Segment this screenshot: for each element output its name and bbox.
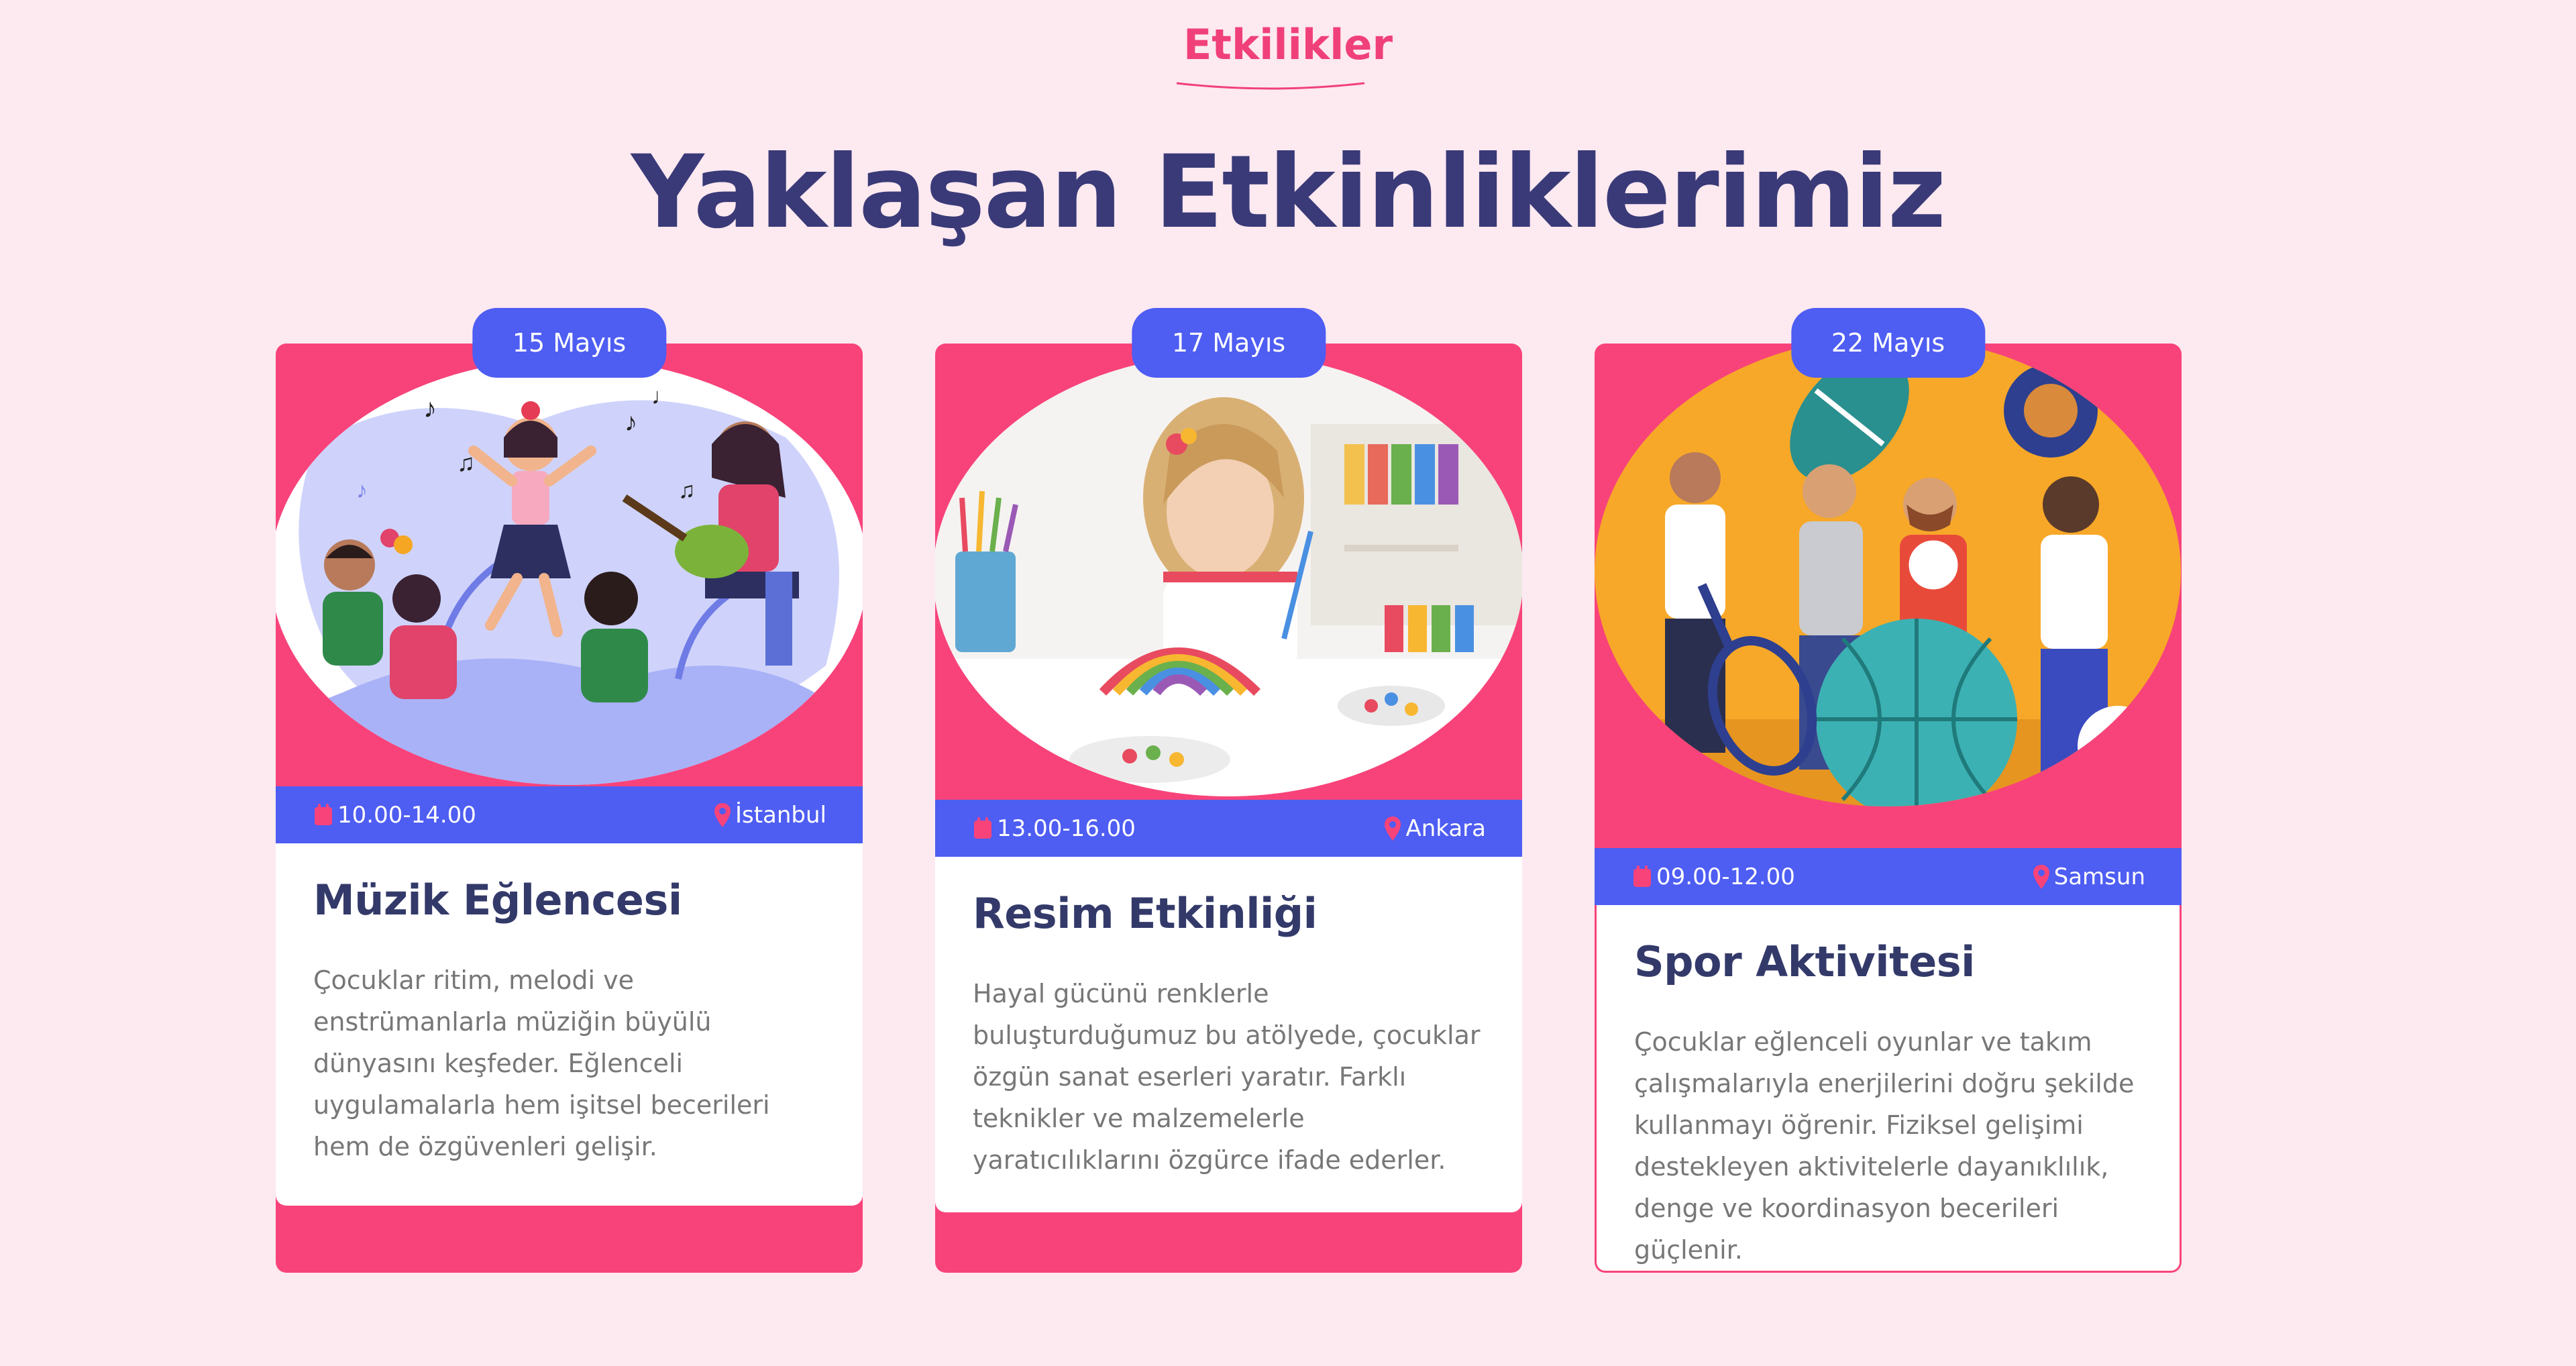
card-description: Hayal gücünü renklerle buluşturduğumuz b… [973, 979, 1481, 1175]
event-location: Samsun [2053, 863, 2145, 890]
card-title[interactable]: Resim Etkinliği [973, 889, 1485, 938]
event-card-music[interactable]: 15 Mayıs ♪ ♫ ♪ ♩ ♪ ♫ 10.00-14.00 İstanbu… [276, 308, 863, 1273]
time-info: 09.00-12.00 [1632, 863, 1795, 890]
card-body: Spor Aktivitesi Çocuklar eğlenceli oyunl… [1595, 905, 2182, 1273]
time-info: 10.00-14.00 [313, 802, 476, 829]
event-info-bar: 13.00-16.00 Ankara [935, 800, 1522, 857]
card-body: Müzik Eğlencesi Çocuklar ritim, melodi v… [276, 843, 863, 1206]
eyebrow-underline [1176, 82, 1365, 90]
calendar-icon [1633, 865, 1651, 887]
svg-text:♫: ♫ [678, 478, 696, 503]
event-info-bar: 10.00-14.00 İstanbul [276, 786, 863, 843]
painting-photo [935, 354, 1522, 796]
calendar-icon [974, 817, 991, 839]
event-time: 09.00-12.00 [1656, 863, 1795, 890]
music-illustration: ♪ ♫ ♪ ♩ ♪ ♫ [276, 358, 863, 785]
card-title[interactable]: Müzik Eğlencesi [313, 876, 825, 925]
card-description: Çocuklar eğlenceli oyunlar ve takım çalı… [1634, 1027, 2135, 1265]
event-card-sports[interactable]: 22 Mayıs 09.00-12.00 Samsun Spor Aktivit… [1595, 308, 2182, 1273]
location-pin-icon [714, 802, 731, 827]
svg-text:♪: ♪ [423, 394, 437, 423]
date-badge: 15 Mayıs [472, 308, 667, 378]
card-title[interactable]: Spor Aktivitesi [1634, 937, 2142, 986]
card-body: Resim Etkinliği Hayal gücünü renklerle b… [935, 857, 1522, 1212]
location-info: Samsun [2033, 863, 2145, 890]
location-info: İstanbul [714, 802, 826, 829]
event-location: Ankara [1405, 815, 1486, 842]
page-title: Yaklaşan Etkinliklerimiz [631, 134, 1946, 251]
event-info-bar: 09.00-12.00 Samsun [1595, 848, 2182, 905]
card-description: Çocuklar ritim, melodi ve enstrümanlarla… [313, 965, 770, 1161]
eyebrow-label: Etkilikler [1183, 20, 1393, 69]
event-card-painting[interactable]: 17 Mayıs 13.00-16.00 Ankara Resim Etkinl… [935, 308, 1522, 1273]
location-pin-icon [1385, 816, 1401, 841]
location-pin-icon [2033, 864, 2049, 889]
date-badge: 17 Mayıs [1131, 308, 1326, 378]
sports-illustration [1595, 344, 2181, 806]
event-time: 10.00-14.00 [337, 801, 476, 829]
event-time: 13.00-16.00 [997, 815, 1136, 842]
time-info: 13.00-16.00 [973, 815, 1136, 842]
svg-text:♫: ♫ [457, 449, 475, 476]
location-info: Ankara [1384, 815, 1486, 842]
svg-text:♩: ♩ [651, 384, 674, 409]
event-location: İstanbul [735, 801, 826, 829]
calendar-icon [315, 803, 332, 825]
section-eyebrow: Etkilikler [0, 20, 2576, 90]
date-badge: 22 Mayıs [1790, 308, 1986, 378]
svg-text:♪: ♪ [356, 478, 368, 503]
svg-text:♪: ♪ [625, 409, 637, 437]
